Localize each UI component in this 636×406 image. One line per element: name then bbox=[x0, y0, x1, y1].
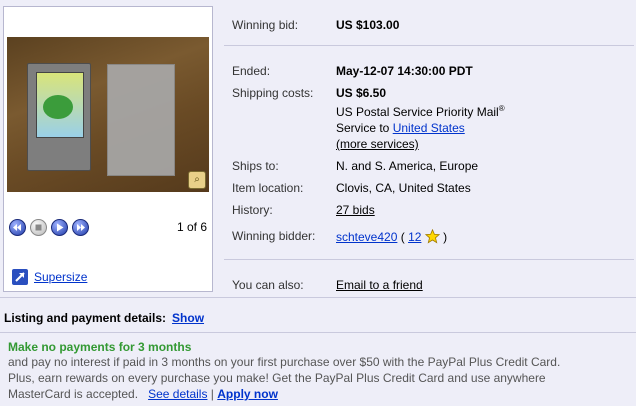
supersize-link[interactable]: Supersize bbox=[34, 270, 87, 284]
promo-title: Make no payments for 3 months bbox=[8, 340, 192, 354]
bid-history-link[interactable]: 27 bids bbox=[336, 203, 375, 217]
zoom-icon[interactable]: ⌕ bbox=[188, 171, 206, 189]
ships-to-value: N. and S. America, Europe bbox=[336, 159, 479, 173]
you-can-also-label: You can also: bbox=[232, 278, 304, 292]
prev-icon[interactable] bbox=[9, 219, 26, 236]
photo-counter: 1 of 6 bbox=[176, 220, 207, 234]
details-divider bbox=[224, 259, 634, 260]
feedback-star-icon[interactable] bbox=[424, 229, 440, 244]
shipping-service: US Postal Service Priority Mail® bbox=[336, 104, 505, 119]
winning-bidder-value: schteve420 ( 12 ) bbox=[336, 229, 448, 244]
item-location-label: Item location: bbox=[232, 181, 304, 195]
see-details-link[interactable]: See details bbox=[148, 387, 207, 401]
apply-now-link[interactable]: Apply now bbox=[217, 387, 278, 401]
winning-bid-value: US $103.00 bbox=[336, 18, 400, 32]
ended-label: Ended: bbox=[232, 64, 271, 78]
show-details-link[interactable]: Show bbox=[172, 311, 204, 325]
bidder-username-link[interactable]: schteve420 bbox=[336, 230, 397, 244]
section-divider bbox=[0, 297, 636, 298]
listing-payment-label: Listing and payment details: bbox=[4, 311, 167, 325]
feedback-score-link[interactable]: 12 bbox=[408, 230, 421, 244]
winning-bidder-label: Winning bidder: bbox=[232, 229, 316, 243]
gallery-controls bbox=[9, 219, 89, 236]
registered-mark: ® bbox=[498, 104, 505, 113]
play-icon[interactable] bbox=[51, 219, 68, 236]
promo-line-3: MasterCard is accepted. See details | Ap… bbox=[8, 387, 278, 401]
shipping-destination: Service to United States bbox=[336, 121, 465, 135]
photo-sleeve bbox=[107, 64, 175, 176]
details-divider bbox=[224, 45, 634, 46]
destination-link[interactable]: United States bbox=[393, 121, 465, 135]
stop-icon[interactable] bbox=[30, 219, 47, 236]
winning-bid-label: Winning bid: bbox=[232, 18, 299, 32]
next-icon[interactable] bbox=[72, 219, 89, 236]
item-photo-panel: ⌕ 1 of 6 Supersize bbox=[3, 6, 213, 292]
ended-value: May-12-07 14:30:00 PDT bbox=[336, 64, 473, 78]
promo-link-divider: | bbox=[210, 387, 214, 401]
more-services-link[interactable]: (more services) bbox=[336, 137, 419, 151]
promo-text: and pay no interest if paid in 3 months … bbox=[8, 354, 634, 402]
history-label: History: bbox=[232, 203, 273, 217]
shipping-label: Shipping costs: bbox=[232, 86, 314, 100]
supersize-control[interactable]: Supersize bbox=[12, 269, 87, 285]
promo-line-1: and pay no interest if paid in 3 months … bbox=[8, 355, 561, 369]
item-photo[interactable]: ⌕ bbox=[7, 37, 209, 192]
listing-payment-details: Listing and payment details: Show bbox=[4, 311, 204, 325]
shipping-value: US $6.50 bbox=[336, 86, 387, 100]
section-divider bbox=[0, 332, 636, 333]
photo-cartridge bbox=[27, 63, 91, 171]
promo-line-2: Plus, earn rewards on every purchase you… bbox=[8, 371, 546, 385]
email-friend-link[interactable]: Email to a friend bbox=[336, 278, 423, 292]
photo-cartridge-label bbox=[36, 72, 84, 138]
ships-to-label: Ships to: bbox=[232, 159, 279, 173]
item-location-value: Clovis, CA, United States bbox=[336, 181, 471, 195]
expand-icon[interactable] bbox=[12, 269, 28, 285]
